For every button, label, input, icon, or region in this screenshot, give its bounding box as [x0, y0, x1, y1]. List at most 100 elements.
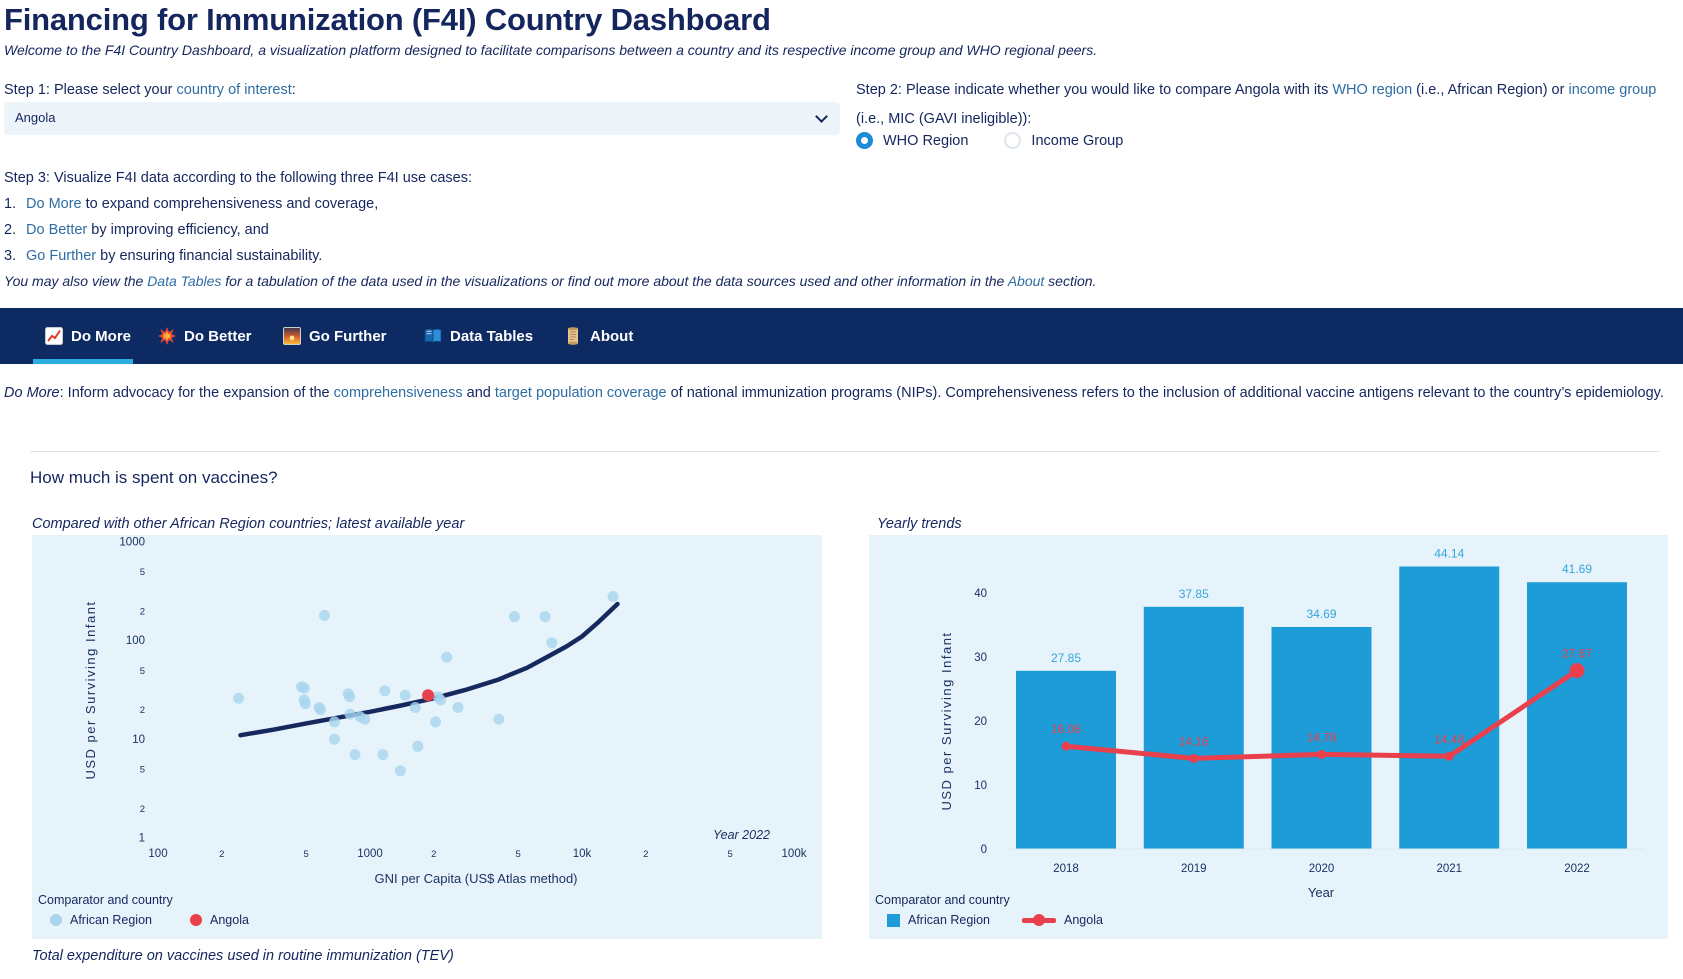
scatter-point-african-region[interactable]: [395, 765, 406, 776]
scatter-chart: 10005210052105211002510002510k25100kGNI …: [32, 535, 822, 939]
scatter-point-african-region[interactable]: [412, 741, 423, 752]
african-region-bar-swatch[interactable]: [887, 914, 900, 927]
collision-icon: [158, 327, 176, 345]
y-tick: 5: [140, 567, 145, 578]
radio-income-group[interactable]: [1004, 132, 1021, 149]
legend-label-african-region[interactable]: African Region: [70, 913, 152, 927]
x-tick: 5: [516, 849, 521, 860]
x-tick: 5: [728, 849, 733, 860]
scatter-point-african-region[interactable]: [493, 714, 504, 725]
scatter-point-african-region[interactable]: [233, 693, 244, 704]
scatter-point-african-region[interactable]: [453, 702, 464, 713]
radio-who-region[interactable]: [856, 132, 873, 149]
note-line: You may also view the Data Tables for a …: [4, 273, 1096, 289]
line-point-angola[interactable]: [1317, 750, 1326, 759]
sunrise-icon: [283, 327, 301, 345]
legend-label-african-region[interactable]: African Region: [908, 913, 990, 927]
x-tick: 2: [431, 849, 436, 860]
scatter-point-african-region[interactable]: [359, 714, 370, 725]
line-value-label: 16.06: [1051, 722, 1081, 736]
scatter-point-african-region[interactable]: [299, 683, 310, 694]
scatter-point-african-region[interactable]: [430, 716, 441, 727]
scatter-point-african-region[interactable]: [435, 695, 446, 706]
radio-income-group-label[interactable]: Income Group: [1031, 133, 1123, 149]
country-select-value: Angola: [15, 110, 55, 125]
tab-do-more[interactable]: Do More: [45, 308, 131, 364]
scatter-point-african-region[interactable]: [329, 716, 340, 727]
scatter-point-african-region[interactable]: [377, 749, 388, 760]
scatter-plot-area: 10005210052105211002510002510k25100kGNI …: [32, 535, 822, 939]
scatter-point-african-region[interactable]: [540, 611, 551, 622]
section-divider: [30, 451, 1660, 452]
nav-bar: Do More Do Better Go Further Data Tables…: [0, 308, 1683, 364]
scatter-point-african-region[interactable]: [319, 610, 330, 621]
x-tick: 2018: [1053, 863, 1079, 875]
line-point-angola[interactable]: [1189, 754, 1198, 763]
scatter-legend: Comparator and country African Region An…: [38, 893, 267, 927]
y-tick: 2: [140, 705, 145, 716]
chart-increasing-icon: [45, 327, 63, 345]
bar-african-region[interactable]: [1527, 582, 1627, 849]
tab-do-better[interactable]: Do Better: [158, 308, 252, 364]
x-tick: 2: [643, 849, 648, 860]
line-point-angola[interactable]: [1445, 752, 1454, 761]
y-tick: 1000: [119, 536, 145, 548]
scatter-point-african-region[interactable]: [546, 637, 557, 648]
tab-label: Do More: [71, 328, 131, 345]
list-item-do-better: 2.Do Better by improving efficiency, and: [4, 222, 269, 238]
y-tick: 5: [140, 666, 145, 677]
tab-label: About: [590, 328, 633, 345]
x-tick: 10k: [573, 848, 592, 860]
scatter-point-african-region[interactable]: [345, 709, 356, 720]
legend-title: Comparator and country: [38, 893, 267, 907]
scatter-point-african-region[interactable]: [441, 652, 452, 663]
country-select[interactable]: Angola: [4, 102, 840, 135]
scatter-point-african-region[interactable]: [315, 704, 326, 715]
x-tick: 5: [304, 849, 309, 860]
tab-about[interactable]: About: [564, 308, 633, 364]
x-tick: 2020: [1309, 863, 1335, 875]
scatter-point-african-region[interactable]: [400, 690, 411, 701]
scatter-point-african-region[interactable]: [350, 749, 361, 760]
list-item-do-more: 1.Do More to expand comprehensiveness an…: [4, 196, 378, 212]
f4i-dashboard: Financing for Immunization (F4I) Country…: [0, 0, 1683, 979]
scatter-point-african-region[interactable]: [329, 734, 340, 745]
line-value-label: 14.16: [1179, 734, 1209, 748]
bar-value-label: 41.69: [1562, 562, 1592, 576]
y-tick: 10: [974, 780, 987, 792]
x-tick: 2: [219, 849, 224, 860]
line-value-label: 14.78: [1306, 730, 1336, 744]
step3-label: Step 3: Visualize F4I data according to …: [4, 170, 472, 186]
bar-african-region[interactable]: [1016, 671, 1116, 849]
tab-go-further[interactable]: Go Further: [283, 308, 387, 364]
line-point-angola[interactable]: [1570, 663, 1585, 678]
radio-who-region-label[interactable]: WHO Region: [883, 133, 968, 149]
step2-label: Step 2: Please indicate whether you woul…: [856, 76, 1668, 134]
tab-data-tables[interactable]: Data Tables: [424, 308, 533, 364]
bar-african-region[interactable]: [1144, 607, 1244, 849]
legend-label-angola[interactable]: Angola: [210, 913, 249, 927]
y-tick: 20: [974, 716, 987, 728]
line-point-angola[interactable]: [1062, 742, 1071, 751]
about-link[interactable]: About: [1008, 273, 1045, 289]
scatter-point-angola[interactable]: [422, 689, 434, 701]
year-annotation: Year 2022: [713, 828, 770, 842]
scatter-point-african-region[interactable]: [509, 611, 520, 622]
scatter-point-african-region[interactable]: [300, 698, 311, 709]
bar-african-region[interactable]: [1399, 567, 1499, 850]
bar-value-label: 44.14: [1434, 547, 1464, 561]
legend-label-angola[interactable]: Angola: [1064, 913, 1103, 927]
african-region-dot-swatch[interactable]: [50, 914, 62, 926]
page-subtitle: Welcome to the F4I Country Dashboard, a …: [4, 42, 1097, 58]
scatter-point-african-region[interactable]: [608, 591, 619, 602]
scroll-icon: [564, 327, 582, 345]
x-tick: 100: [148, 848, 167, 860]
tab-label: Data Tables: [450, 328, 533, 345]
scatter-point-african-region[interactable]: [379, 685, 390, 696]
chart-caption: Total expenditure on vaccines used in ro…: [32, 948, 454, 964]
angola-dot-swatch[interactable]: [190, 914, 202, 926]
scatter-point-african-region[interactable]: [344, 691, 355, 702]
scatter-point-african-region[interactable]: [410, 702, 421, 713]
data-tables-link[interactable]: Data Tables: [147, 273, 221, 289]
angola-line-swatch[interactable]: [1022, 914, 1056, 926]
